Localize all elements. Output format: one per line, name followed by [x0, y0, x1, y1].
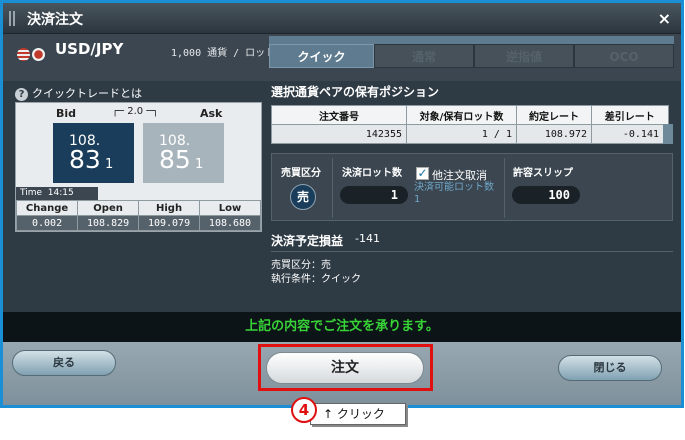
- divider: [504, 158, 505, 218]
- time-bar: Time 14:15: [16, 187, 98, 200]
- table-row[interactable]: 142355 1 / 1 108.972 -0.141: [271, 124, 673, 144]
- positions-header: 差引レート: [591, 105, 669, 125]
- position-cell: -0.141: [591, 124, 673, 144]
- time-label: Time: [20, 188, 43, 198]
- ask-price-fraction: 1: [195, 157, 204, 172]
- back-button[interactable]: 戻る: [12, 350, 116, 376]
- bid-price-main: 83: [69, 145, 101, 174]
- tab-underline: [269, 36, 674, 44]
- stats-header: Change: [15, 200, 79, 216]
- price-stats-table: Change Open High Low 0.002 108.829 109.0…: [15, 200, 261, 231]
- price-ticker: Bid ┌─ 2.0 ─┐ Ask 108. 83 1 108. 85 1 Ti…: [15, 102, 262, 232]
- position-cell: 142355: [271, 124, 407, 144]
- lot-input[interactable]: 1: [340, 186, 408, 204]
- confirm-message: 上記の内容でご注文を承ります。: [3, 312, 681, 342]
- lot-unit: 1,000 通貨 / ロット: [171, 48, 276, 59]
- positions-header: 対象/保有ロット数: [406, 105, 517, 125]
- sell-badge: 売: [290, 184, 316, 210]
- currency-pair: USD/JPY: [55, 40, 124, 58]
- slippage-label: 許容スリップ: [513, 168, 573, 179]
- tab-quick[interactable]: クイック: [269, 44, 374, 68]
- stats-value: 0.002: [15, 215, 79, 231]
- flag-group: [17, 44, 47, 63]
- dialog-title: 決済注文: [27, 12, 83, 28]
- quick-trade-help-link[interactable]: ? クイックトレードとは: [15, 85, 142, 101]
- pl-label: 決済予定損益: [271, 234, 344, 248]
- close-icon[interactable]: ×: [658, 9, 671, 28]
- time-value: 14:15: [47, 188, 74, 198]
- jp-flag-icon: [32, 48, 45, 61]
- ask-price-main: 85: [159, 145, 191, 174]
- positions-header: 約定レート: [516, 105, 592, 125]
- detail-condition: 執行条件：クイック: [271, 274, 361, 285]
- lot-label: 決済ロット数: [342, 168, 402, 179]
- tab-stop[interactable]: 逆指値: [474, 44, 574, 68]
- cancel-others-checkbox[interactable]: ✓: [416, 167, 429, 180]
- step-number-badge: 4: [291, 397, 317, 423]
- us-flag-icon: [17, 48, 30, 61]
- bid-label: Bid: [56, 107, 77, 120]
- bid-price-box[interactable]: 108. 83 1: [53, 123, 134, 183]
- ask-label: Ask: [200, 107, 223, 120]
- tab-normal[interactable]: 通常: [374, 44, 474, 68]
- positions-table: 注文番号 対象/保有ロット数 約定レート 差引レート 142355 1 / 1 …: [271, 105, 673, 144]
- position-cell: 1 / 1: [406, 124, 517, 144]
- slippage-input[interactable]: 100: [512, 186, 580, 204]
- order-settings-panel: 売買区分 売 決済ロット数 1 ✓ 他注文取消 決済可能ロット数 1 許容スリップ…: [271, 153, 673, 221]
- positions-title: 選択通貨ペアの保有ポジション: [271, 85, 440, 99]
- stats-value: 108.829: [77, 215, 140, 231]
- drag-grip-icon[interactable]: [9, 11, 15, 26]
- detail-side: 売買区分：売: [271, 260, 331, 271]
- spread-value: ┌─ 2.0 ─┐: [112, 106, 159, 117]
- stats-header: Open: [77, 200, 140, 216]
- positions-header: 注文番号: [271, 105, 407, 125]
- position-cell: 108.972: [516, 124, 592, 144]
- tab-oco[interactable]: OCO: [574, 44, 674, 68]
- title-bar[interactable]: 決済注文 ×: [3, 3, 681, 34]
- ask-price-box[interactable]: 108. 85 1: [143, 123, 224, 183]
- stats-value: 109.079: [138, 215, 201, 231]
- question-icon: ?: [15, 88, 28, 101]
- cancel-others-label: 他注文取消: [432, 169, 487, 182]
- help-label: クイックトレードとは: [32, 87, 142, 100]
- close-button[interactable]: 閉じる: [558, 355, 662, 381]
- click-callout: ↑ クリック: [310, 403, 406, 425]
- bid-price-fraction: 1: [105, 157, 114, 172]
- side-label: 売買区分: [281, 168, 321, 179]
- pl-value: -141: [355, 232, 380, 245]
- stats-value: 108.680: [199, 215, 261, 231]
- available-lots: 決済可能ロット数 1: [414, 182, 494, 205]
- divider: [271, 251, 673, 252]
- stats-header: High: [138, 200, 201, 216]
- stats-header: Low: [199, 200, 261, 216]
- divider: [332, 158, 333, 218]
- highlight-frame: [258, 344, 433, 391]
